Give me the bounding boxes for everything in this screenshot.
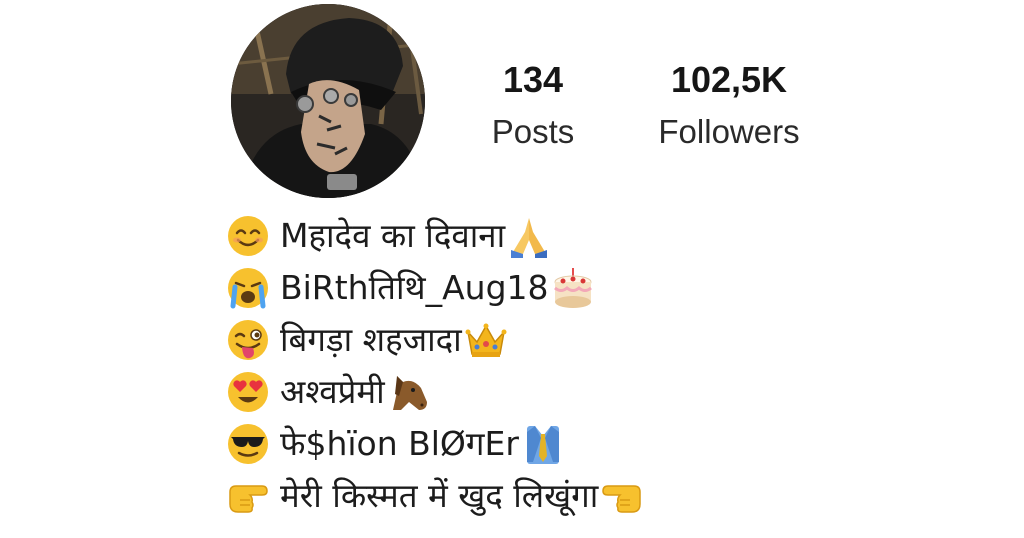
posts-stat[interactable]: 134 Posts [468, 58, 598, 152]
folded-hands-icon [507, 214, 551, 258]
bio-text: Mहादेव का दिवाना [280, 216, 506, 255]
avatar-photo [231, 4, 425, 198]
crown-icon [464, 318, 508, 362]
birthday-cake-icon [551, 266, 595, 310]
bio-line: फे$hïon BlØगEr [226, 418, 866, 470]
bio: Mहादेव का दिवाना BiRthतिथि_Aug18 बिगड़ा … [226, 210, 866, 522]
heart-eyes-face-icon [226, 370, 270, 414]
pointing-left-icon [600, 474, 644, 518]
bio-text: फे$hïon BlØगEr [280, 424, 519, 463]
sunglasses-face-icon [226, 422, 270, 466]
suit-tie-icon [521, 422, 565, 466]
followers-count: 102,5K [670, 59, 788, 100]
winking-tongue-face-icon [226, 318, 270, 362]
crying-face-icon [226, 266, 270, 310]
posts-label: Posts [491, 113, 575, 150]
avatar[interactable] [231, 4, 425, 198]
followers-label: Followers [658, 113, 800, 150]
bio-line: Mहादेव का दिवाना [226, 210, 866, 262]
bio-line: अश्वप्रेमी [226, 366, 866, 418]
bio-text: BiRthतिथि_Aug18 [280, 268, 549, 307]
pointing-right-icon [226, 474, 270, 518]
bio-text: मेरी किस्मत में खुद लिखूंगा [280, 476, 599, 515]
bio-text: बिगड़ा शहजादा [280, 320, 462, 359]
profile-header: 134 Posts 102,5K Followers Mहादेव का दिव… [0, 0, 1024, 538]
bio-line: मेरी किस्मत में खुद लिखूंगा [226, 470, 866, 522]
smiling-face-icon [226, 214, 270, 258]
posts-count: 134 [502, 59, 564, 100]
bio-line: BiRthतिथि_Aug18 [226, 262, 866, 314]
horse-face-icon [387, 370, 431, 414]
bio-text: अश्वप्रेमी [280, 372, 385, 411]
followers-stat[interactable]: 102,5K Followers [636, 58, 822, 152]
bio-line: बिगड़ा शहजादा [226, 314, 866, 366]
